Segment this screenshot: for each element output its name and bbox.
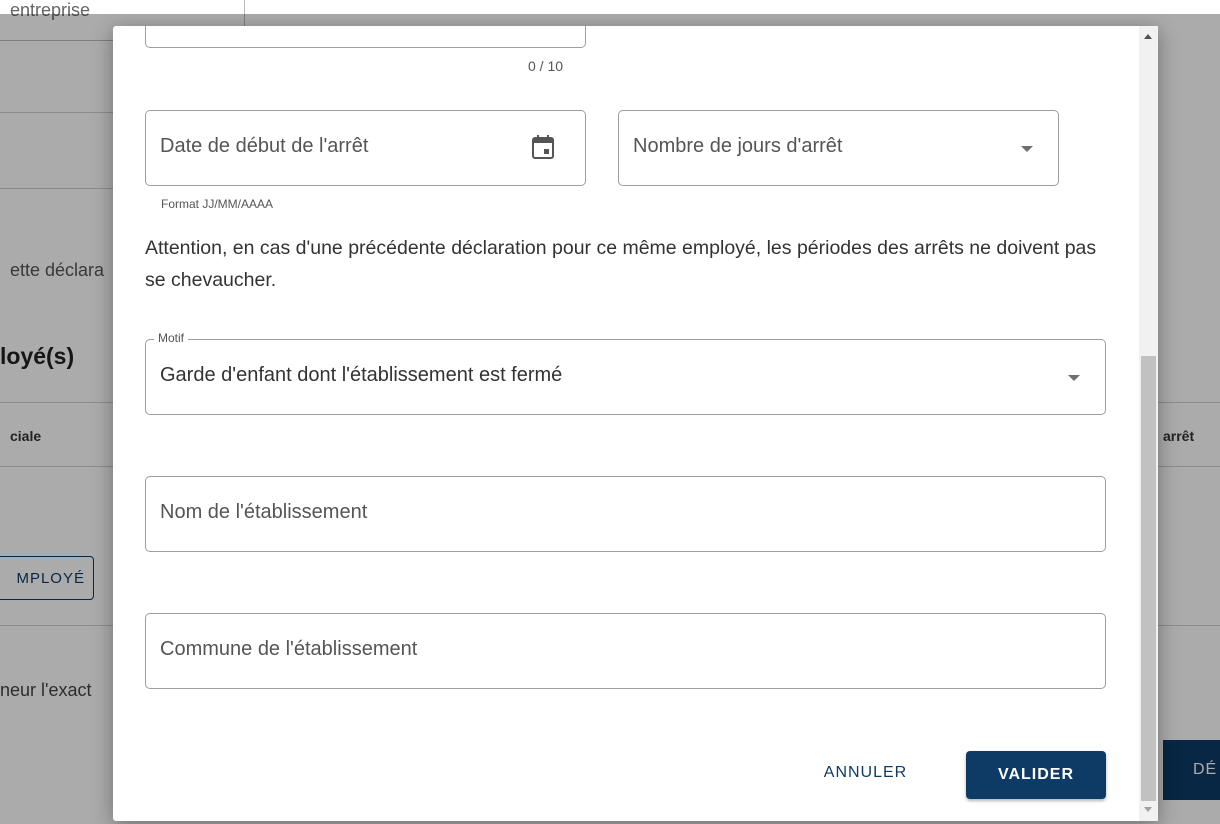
nombre-jours-placeholder: Nombre de jours d'arrêt [633,135,843,157]
date-format-hint: Format JJ/MM/AAAA [161,197,274,211]
previous-text-field[interactable] [145,26,586,48]
scroll-down-arrow-icon[interactable] [1144,807,1152,812]
nom-etablissement-placeholder: Nom de l'établissement [160,501,368,523]
date-debut-placeholder: Date de début de l'arrêt [160,135,369,157]
calendar-icon[interactable] [532,135,554,159]
character-counter: 0 / 10 [528,58,564,74]
motif-select[interactable]: Motif Garde d'enfant dont l'établissemen… [145,331,1106,415]
arret-dialog: 0 / 10 Date de début de l'arrêt Format J… [113,26,1158,821]
commune-etablissement-input[interactable]: Commune de l'établissement [145,613,1106,689]
nom-etablissement-input[interactable]: Nom de l'établissement [145,476,1106,552]
caret-down-icon [1068,375,1080,381]
nombre-jours-select[interactable]: Nombre de jours d'arrêt [618,110,1059,186]
motif-label: Motif [154,331,189,345]
cancel-button[interactable]: ANNULER [793,749,938,797]
modal-scrollbar[interactable] [1139,26,1158,821]
scrollbar-thumb[interactable] [1141,356,1156,801]
scroll-up-arrow-icon[interactable] [1144,34,1152,39]
submit-button[interactable]: VALIDER [966,751,1106,799]
commune-etablissement-placeholder: Commune de l'établissement [160,638,418,660]
date-debut-input[interactable]: Date de début de l'arrêt [145,110,586,186]
caret-down-icon [1021,146,1033,152]
motif-value: Garde d'enfant dont l'établissement est … [160,364,563,386]
overlap-warning: Attention, en cas d'une précédente décla… [145,237,1097,291]
